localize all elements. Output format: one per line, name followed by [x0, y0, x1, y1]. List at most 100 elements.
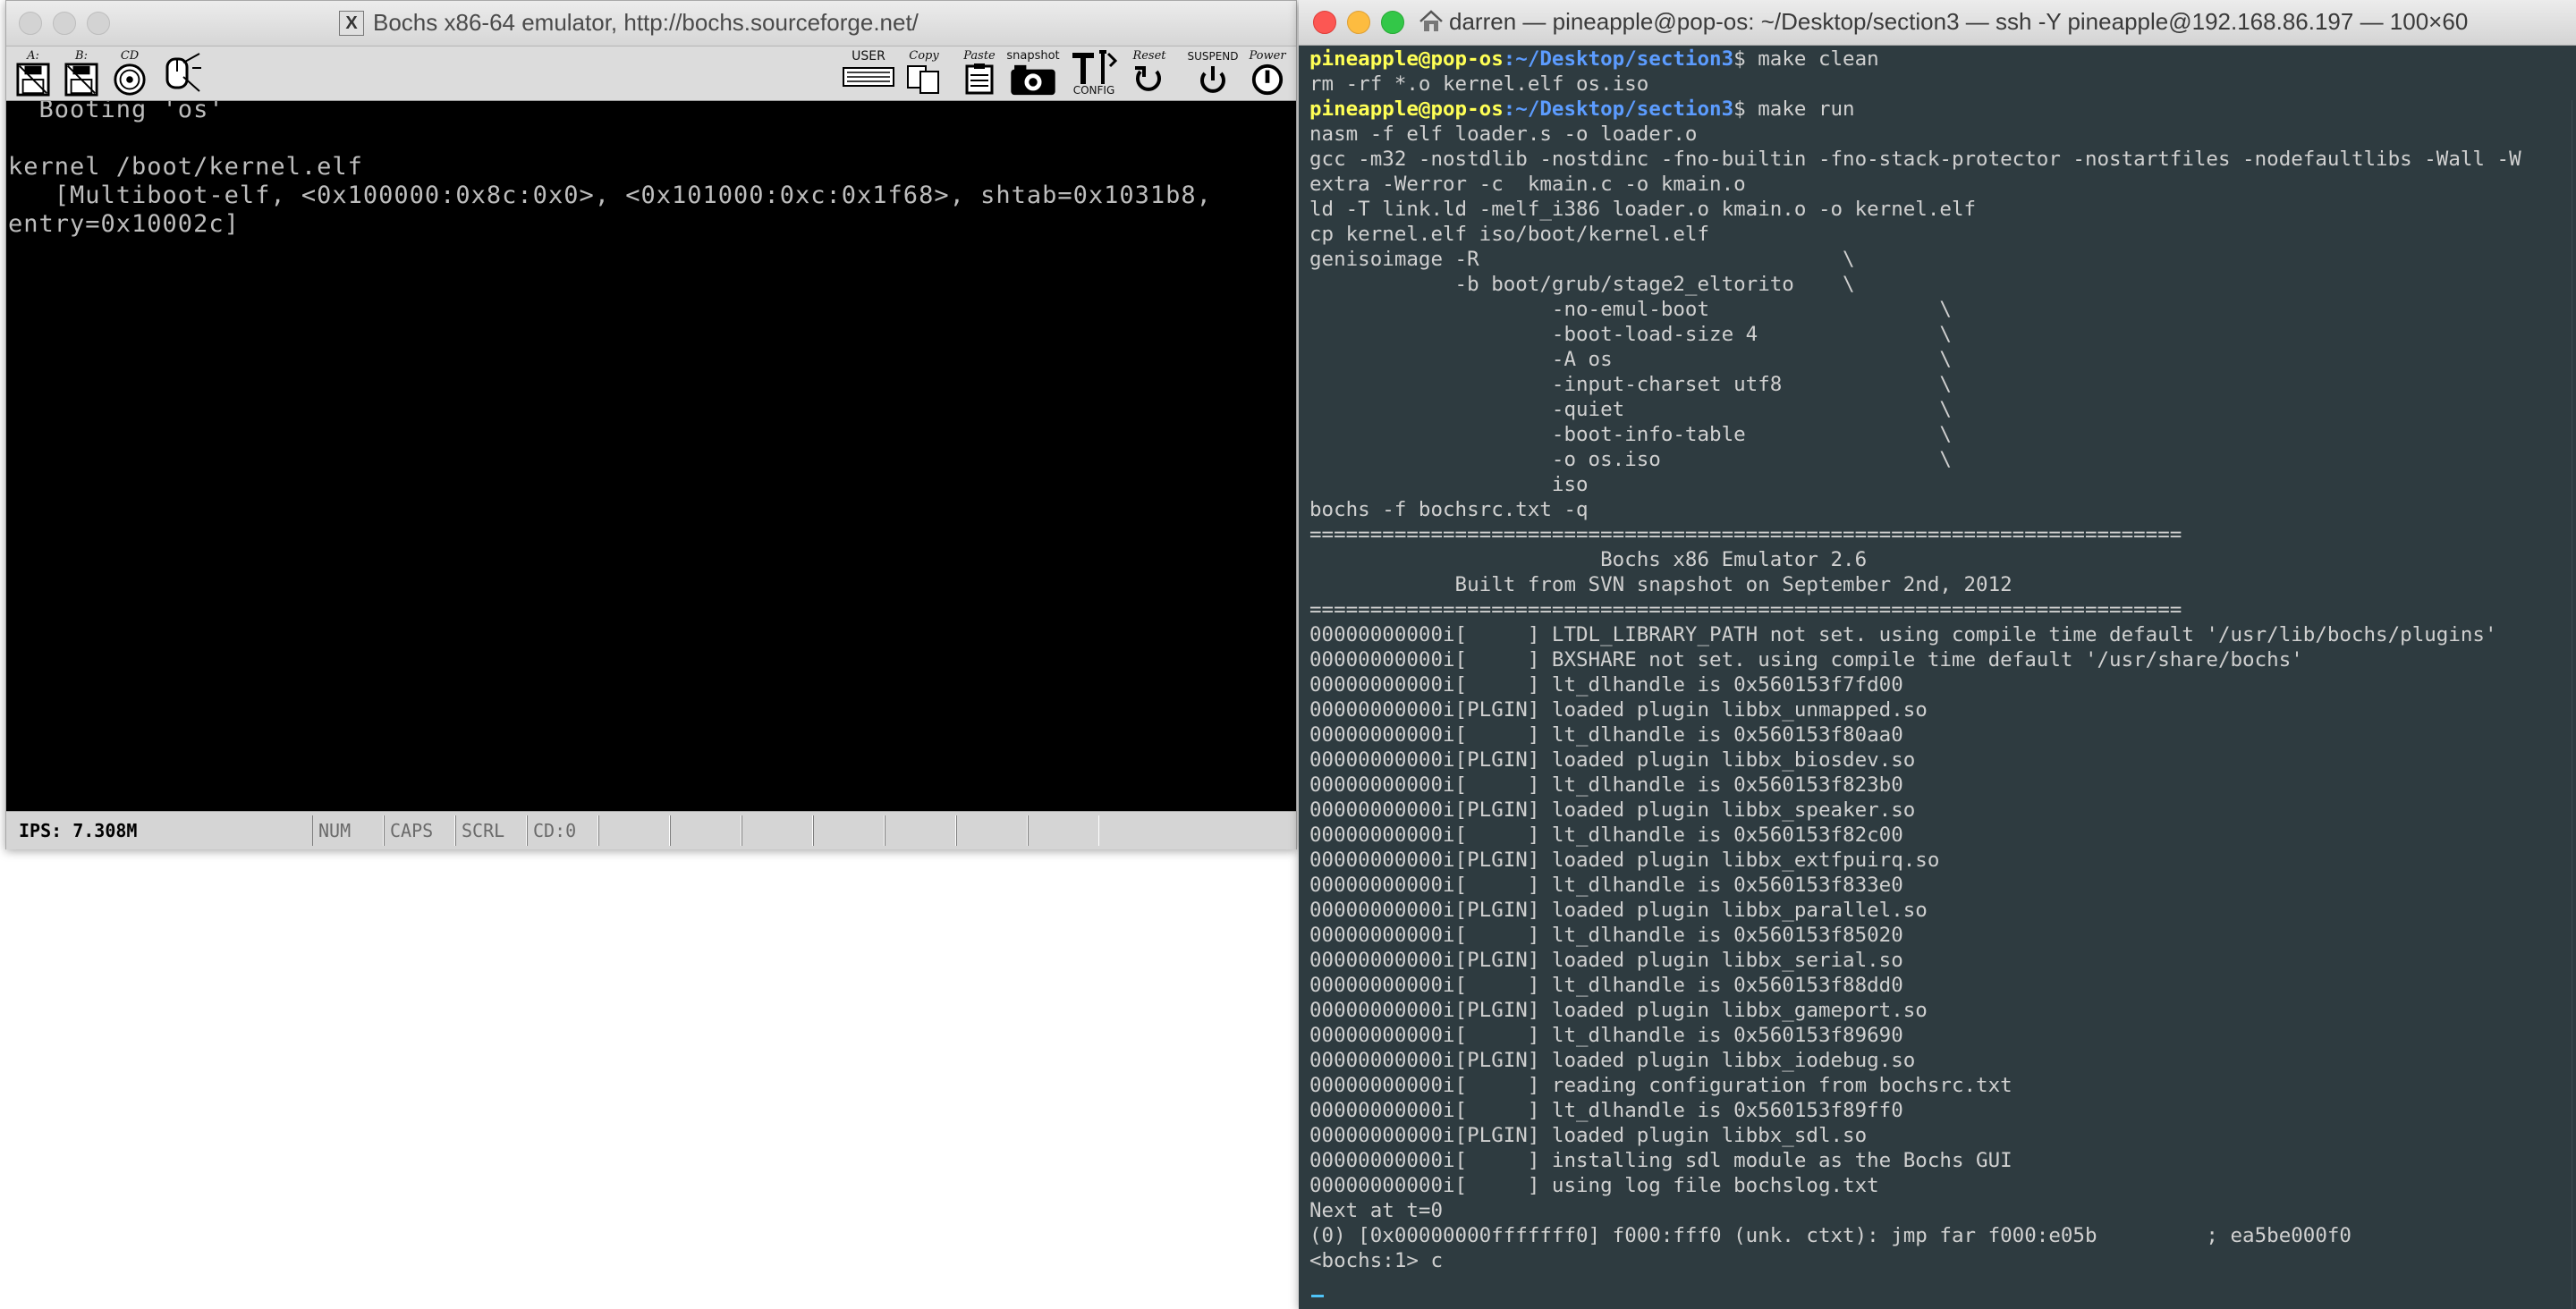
output-line: Bochs x86 Emulator 2.6: [1309, 548, 1868, 571]
output-line: 00000000000i[PLGIN] loaded plugin libbx_…: [1309, 748, 1916, 772]
prompt-user: pineapple@pop-os: [1309, 97, 1504, 121]
screen-line: Booting 'os': [8, 101, 225, 123]
output-line: <bochs:1> c: [1309, 1249, 1444, 1272]
output-line: 00000000000i[ ] lt_dlhandle is 0x560153f…: [1309, 874, 1903, 897]
status-cell-empty: [1028, 815, 1099, 846]
cdrom-icon: [114, 63, 146, 96]
mouse-icon: [165, 53, 201, 92]
paste-button[interactable]: Paste: [956, 50, 1003, 97]
minimize-button[interactable]: [1347, 11, 1370, 34]
prompt-line: pineapple@pop-os:~/Desktop/section3$ mak…: [1309, 46, 1879, 72]
zoom-button[interactable]: [87, 12, 110, 35]
status-cell-empty: [741, 815, 813, 846]
config-icon: [1072, 50, 1118, 84]
copy-label: Copy: [909, 49, 939, 63]
cdrom-label: CD: [120, 49, 140, 63]
bochs-window: X Bochs x86-64 emulator, http://bochs.so…: [5, 0, 1297, 849]
scrollbar-track[interactable]: [2568, 100, 2572, 1309]
output-line: 00000000000i[PLGIN] loaded plugin libbx_…: [1309, 899, 1928, 922]
keyboard-icon: [843, 67, 894, 87]
output-line: 00000000000i[ ] BXSHARE not set. using c…: [1309, 648, 2303, 671]
output-line: extra -Werror -c kmain.c -o kmain.o: [1309, 173, 1746, 196]
status-bar: IPS: 7.308M NUM CAPS SCRL CD:0: [6, 811, 1296, 849]
output-line: 00000000000i[ ] lt_dlhandle is 0x560153f…: [1309, 1024, 1903, 1047]
output-line: iso: [1309, 473, 1589, 496]
output-line: 00000000000i[ ] lt_dlhandle is 0x560153f…: [1309, 773, 1903, 797]
snapshot-label: snapshot: [1006, 49, 1060, 63]
terminal-titlebar[interactable]: darren — pineapple@pop-os: ~/Desktop/sec…: [1299, 0, 2576, 46]
prompt-line: pineapple@pop-os:~/Desktop/section3$ mak…: [1309, 97, 1855, 122]
floppy-a-label: A:: [27, 49, 39, 63]
user-button[interactable]: USER: [840, 50, 897, 97]
status-cell-empty: [813, 815, 885, 846]
output-line: 00000000000i[ ] reading configuration fr…: [1309, 1074, 2012, 1097]
paste-label: Paste: [963, 49, 996, 63]
window-title: darren — pineapple@pop-os: ~/Desktop/sec…: [1449, 8, 2469, 35]
output-line: 00000000000i[PLGIN] loaded plugin libbx_…: [1309, 798, 1916, 822]
copy-button[interactable]: Copy: [901, 50, 947, 97]
output-line: nasm -f elf loader.s -o loader.o: [1309, 122, 1698, 146]
window-title: Bochs x86-64 emulator, http://bochs.sour…: [373, 9, 919, 36]
output-line: -quiet \: [1309, 398, 1952, 421]
text-cursor: [1311, 1295, 1324, 1297]
cdrom-button[interactable]: CD: [106, 50, 153, 97]
zoom-button[interactable]: [1381, 11, 1404, 34]
clipboard-icon: [965, 63, 994, 95]
output-line: -b boot/grub/stage2_eltorito \: [1309, 273, 1855, 296]
output-line: 00000000000i[ ] installing sdl module as…: [1309, 1149, 2012, 1172]
output-line: 00000000000i[ ] lt_dlhandle is 0x560153f…: [1309, 924, 1903, 947]
config-button[interactable]: CONFIG: [1067, 50, 1121, 97]
output-line: (0) [0x00000000fffffff0] f000:fff0 (unk.…: [1309, 1224, 2351, 1247]
floppy-a-button[interactable]: A:: [10, 50, 56, 97]
user-label: USER: [852, 49, 886, 63]
num-lock-indicator: NUM: [312, 815, 384, 846]
suspend-button[interactable]: SUSPEND: [1185, 50, 1241, 97]
minimize-button[interactable]: [53, 12, 76, 35]
output-line: 00000000000i[PLGIN] loaded plugin libbx_…: [1309, 999, 1928, 1022]
output-line: cp kernel.elf iso/boot/kernel.elf: [1309, 223, 1710, 246]
output-line: 00000000000i[ ] lt_dlhandle is 0x560153f…: [1309, 673, 1903, 697]
output-line: 00000000000i[ ] lt_dlhandle is 0x560153f…: [1309, 974, 1903, 997]
output-line: -A os \: [1309, 348, 1952, 371]
emulator-screen[interactable]: Booting 'os' kernel /boot/kernel.elf [Mu…: [6, 101, 1296, 811]
status-cell-empty: [885, 815, 956, 846]
power-button[interactable]: Power: [1244, 50, 1291, 97]
mouse-button[interactable]: [157, 50, 203, 97]
status-cell-empty: [598, 815, 670, 846]
snapshot-button[interactable]: snapshot: [1004, 50, 1062, 97]
x11-icon: X: [339, 11, 364, 36]
config-label: CONFIG: [1072, 84, 1115, 97]
screen-line: kernel /boot/kernel.elf: [8, 153, 363, 181]
close-button[interactable]: [19, 12, 42, 35]
reset-button[interactable]: Reset: [1126, 50, 1173, 97]
home-folder-icon: [1419, 10, 1443, 31]
floppy-b-button[interactable]: B:: [58, 50, 105, 97]
copy-icon: [907, 65, 939, 94]
output-line: -no-emul-boot \: [1309, 298, 1952, 321]
floppy-b-label: B:: [75, 49, 88, 63]
output-line: -boot-info-table \: [1309, 423, 1952, 446]
output-line: 00000000000i[ ] LTDL_LIBRARY_PATH not se…: [1309, 623, 2497, 646]
output-line: ========================================…: [1309, 598, 2182, 621]
power-label: Power: [1249, 49, 1286, 63]
output-line: 00000000000i[ ] lt_dlhandle is 0x560153f…: [1309, 823, 1903, 847]
output-line: 00000000000i[ ] lt_dlhandle is 0x560153f…: [1309, 1099, 1903, 1122]
ips-readout: IPS: 7.308M: [19, 820, 138, 841]
output-line: 00000000000i[ ] lt_dlhandle is 0x560153f…: [1309, 723, 1903, 747]
status-cell-empty: [670, 815, 741, 846]
scroll-lock-indicator: SCRL: [455, 815, 527, 846]
terminal-window: darren — pineapple@pop-os: ~/Desktop/sec…: [1299, 0, 2576, 1309]
output-line: ld -T link.ld -melf_i386 loader.o kmain.…: [1309, 198, 1977, 221]
floppy-icon: [16, 63, 50, 97]
prompt-path: :~/Desktop/section3: [1503, 47, 1734, 71]
close-button[interactable]: [1313, 11, 1336, 34]
output-line: bochs -f bochsrc.txt -q: [1309, 498, 1589, 521]
screen-line: [Multiboot-elf, <0x100000:0x8c:0x0>, <0x…: [8, 182, 1212, 209]
floppy-icon: [64, 63, 98, 97]
output-line: 00000000000i[PLGIN] loaded plugin libbx_…: [1309, 849, 1940, 872]
terminal-output[interactable]: pineapple@pop-os:~/Desktop/section3$ mak…: [1299, 46, 2576, 1309]
output-line: rm -rf *.o kernel.elf os.iso: [1309, 72, 1649, 96]
power-icon: [1251, 63, 1284, 96]
bochs-titlebar[interactable]: X Bochs x86-64 emulator, http://bochs.so…: [6, 1, 1296, 46]
output-line: -o os.iso \: [1309, 448, 1952, 471]
